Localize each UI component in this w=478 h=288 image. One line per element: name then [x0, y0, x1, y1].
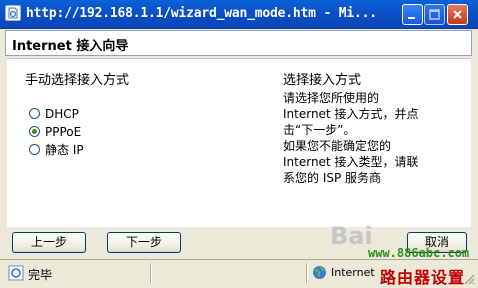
- baidu-watermark: Bai: [330, 222, 373, 250]
- ie-page-icon: [5, 5, 21, 21]
- wizard-panel: 手动选择接入方式 DHCP PPPoE 静态 IP 选择接入方式 请选择您所使用…: [7, 58, 471, 227]
- zone-label: Internet: [331, 266, 375, 279]
- window-title: http://192.168.1.1/wizard_wan_mode.htm -…: [26, 6, 377, 21]
- manual-select-heading: 手动选择接入方式: [25, 73, 130, 88]
- status-divider: [306, 263, 307, 283]
- radio-pppoe[interactable]: [29, 126, 40, 137]
- radio-dhcp[interactable]: [29, 108, 40, 119]
- radio-static-ip[interactable]: [29, 144, 40, 155]
- status-divider: [150, 263, 151, 283]
- globe-icon: [312, 265, 327, 283]
- help-line: 系您的 ISP 服务商: [283, 171, 382, 185]
- option-static-ip[interactable]: 静态 IP: [29, 141, 84, 158]
- help-line: 击“下一步”。: [283, 123, 356, 137]
- option-pppoe-label: PPPoE: [45, 124, 82, 139]
- site-watermark: www.886abc.com: [368, 246, 470, 260]
- status-text: 完毕: [28, 268, 53, 282]
- help-line: 请选择您所使用的: [283, 91, 380, 105]
- title-watermark: 路由器设置: [380, 268, 466, 287]
- next-button[interactable]: 下一步: [107, 232, 181, 253]
- close-button[interactable]: [447, 4, 468, 25]
- option-dhcp-label: DHCP: [45, 106, 79, 121]
- minimize-button[interactable]: [402, 4, 423, 25]
- help-heading: 选择接入方式: [283, 73, 362, 88]
- title-bar[interactable]: http://192.168.1.1/wizard_wan_mode.htm -…: [0, 0, 478, 29]
- prev-button[interactable]: 上一步: [12, 232, 86, 253]
- option-pppoe[interactable]: PPPoE: [29, 123, 84, 140]
- maximize-button[interactable]: [424, 4, 445, 25]
- access-mode-options: DHCP PPPoE 静态 IP: [29, 105, 84, 159]
- option-dhcp[interactable]: DHCP: [29, 105, 84, 122]
- help-line: 如果您不能确定您的: [283, 139, 392, 153]
- help-line: Internet 接入类型，请联: [283, 155, 419, 169]
- help-line: Internet 接入方式，并点: [283, 107, 419, 121]
- wizard-header-title: Internet 接入向导: [12, 39, 129, 54]
- option-static-ip-label: 静态 IP: [45, 143, 84, 157]
- help-text: 请选择您所使用的 Internet 接入方式，并点 击“下一步”。 如果您不能确…: [283, 90, 463, 186]
- page-done-icon: [8, 265, 24, 284]
- wizard-header: Internet 接入向导: [5, 30, 472, 56]
